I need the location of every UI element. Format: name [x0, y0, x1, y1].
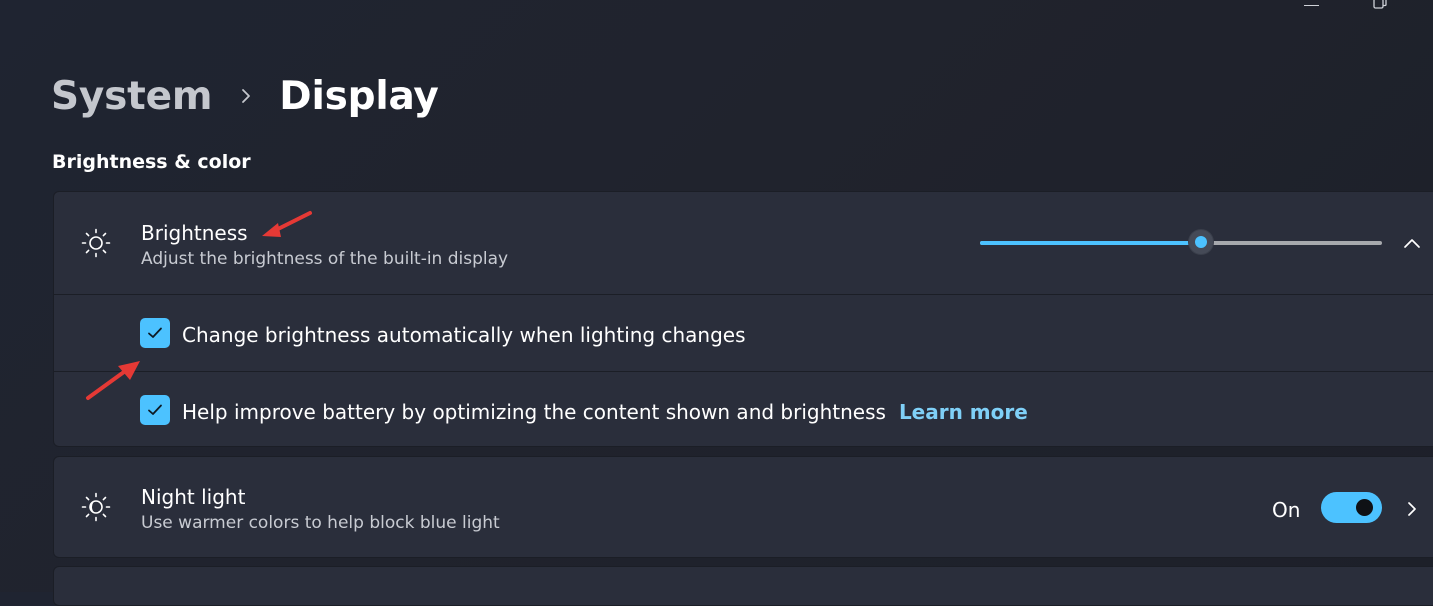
- chevron-right-icon: [242, 89, 251, 103]
- content-adaptive-label: Help improve battery by optimizing the c…: [182, 400, 1028, 424]
- learn-more-link[interactable]: Learn more: [899, 400, 1028, 424]
- sun-icon: [81, 228, 111, 258]
- night-light-toggle[interactable]: [1321, 492, 1382, 523]
- night-light-description: Use warmer colors to help block blue lig…: [141, 513, 500, 533]
- brightness-card: Brightness Adjust the brightness of the …: [53, 191, 1433, 447]
- toggle-state-label: On: [1272, 498, 1301, 522]
- next-setting-card[interactable]: [53, 566, 1433, 606]
- chevron-right-icon[interactable]: [1406, 500, 1418, 518]
- auto-brightness-label[interactable]: Change brightness automatically when lig…: [182, 323, 746, 347]
- breadcrumb: System Display: [51, 68, 439, 124]
- night-light-title: Night light: [141, 485, 246, 509]
- checkmark-icon: [148, 404, 162, 415]
- auto-brightness-option: Change brightness automatically when lig…: [54, 295, 1433, 371]
- content-adaptive-option: Help improve battery by optimizing the c…: [54, 372, 1433, 448]
- night-light-card[interactable]: Night light Use warmer colors to help bl…: [53, 456, 1433, 558]
- auto-brightness-checkbox[interactable]: [140, 318, 170, 348]
- slider-fill: [980, 241, 1202, 245]
- toggle-knob: [1356, 499, 1373, 516]
- slider-thumb[interactable]: [1189, 230, 1214, 254]
- restore-icon[interactable]: [1373, 0, 1387, 10]
- brightness-description: Adjust the brightness of the built-in di…: [141, 249, 509, 269]
- brightness-slider[interactable]: [980, 230, 1382, 254]
- checkmark-icon: [148, 327, 162, 338]
- night-light-icon: [81, 492, 111, 522]
- content-adaptive-checkbox[interactable]: [140, 395, 170, 425]
- minimize-icon[interactable]: [1304, 5, 1319, 6]
- chevron-up-icon[interactable]: [1403, 236, 1421, 250]
- section-title: Brightness & color: [52, 151, 251, 173]
- breadcrumb-system[interactable]: System: [51, 74, 212, 119]
- page-title: Display: [279, 73, 439, 119]
- content-adaptive-text[interactable]: Help improve battery by optimizing the c…: [182, 400, 886, 424]
- brightness-title: Brightness: [141, 221, 248, 245]
